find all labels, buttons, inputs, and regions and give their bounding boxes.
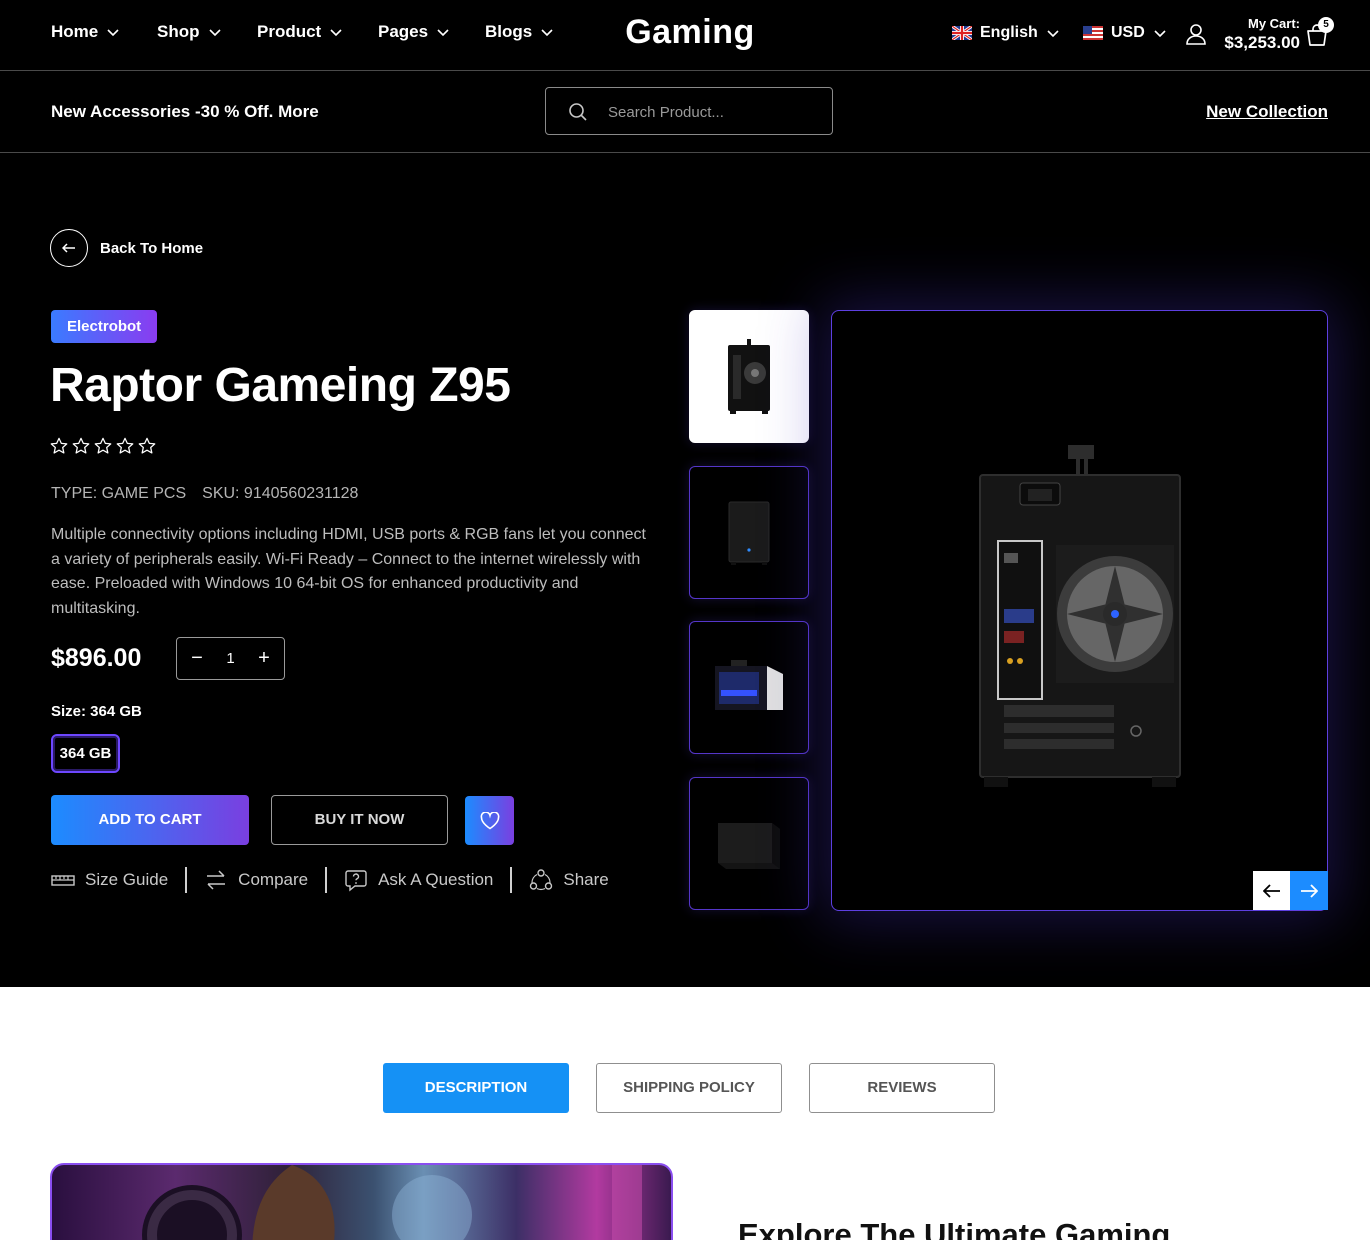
chevron-down-icon <box>1047 30 1059 38</box>
divider <box>325 867 328 893</box>
site-logo[interactable]: Gaming <box>560 13 820 52</box>
nav-item-label: Home <box>51 22 99 41</box>
back-to-home-link[interactable]: Back To Home <box>50 229 203 267</box>
share-label: Share <box>563 870 609 889</box>
size-label: Size: 364 GB <box>51 703 142 720</box>
uk-flag-icon <box>952 26 972 40</box>
nav-item-label: Blogs <box>485 22 533 41</box>
size-guide-label: Size Guide <box>85 870 169 889</box>
compare-link[interactable]: Compare <box>204 868 308 892</box>
cart-summary[interactable]: My Cart: $3,253.00 <box>1210 16 1300 53</box>
buy-it-now-button[interactable]: BUY IT NOW <box>271 795 448 845</box>
rating-stars <box>50 437 156 455</box>
arrow-left-icon <box>1263 883 1280 898</box>
cart-label: My Cart: <box>1247 16 1300 31</box>
product-meta: TYPE: GAME PCS SKU: 9140560231128 <box>51 485 358 503</box>
search-icon[interactable] <box>568 102 588 122</box>
back-label: Back To Home <box>100 239 204 257</box>
chevron-down-icon <box>437 29 449 37</box>
section-heading: Explore The Ultimate Gaming <box>738 1217 1171 1240</box>
ruler-icon <box>51 875 75 886</box>
share-icon <box>530 869 553 891</box>
pc-case-image <box>728 501 770 565</box>
gamer-headphones-image <box>142 1165 642 1240</box>
cart-count-badge: 5 <box>1318 17 1334 33</box>
pc-case-image <box>715 659 783 710</box>
star-outline-icon <box>138 437 156 454</box>
product-sku: SKU: 9140560231128 <box>202 485 359 502</box>
promo-bar: New Accessories -30 % Off. More New Coll… <box>0 71 1370 153</box>
divider <box>510 867 513 893</box>
new-collection-link[interactable]: New Collection <box>1150 102 1328 122</box>
star-outline-icon <box>116 437 134 454</box>
compare-label: Compare <box>238 870 309 889</box>
quantity-stepper: − + <box>176 637 285 680</box>
nav-item-label: Product <box>257 22 322 41</box>
nav-item-label: Pages <box>378 22 429 41</box>
vendor-badge[interactable]: Electrobot <box>51 310 158 343</box>
nav-item-home[interactable]: Home <box>51 22 120 42</box>
tab-shipping-policy[interactable]: SHIPPING POLICY <box>596 1063 782 1113</box>
decrease-quantity-button[interactable]: − <box>189 647 205 670</box>
product-type: TYPE: GAME PCS <box>51 485 187 502</box>
gaming-banner-image <box>50 1163 673 1240</box>
nav-item-label: Shop <box>157 22 200 41</box>
tab-description[interactable]: DESCRIPTION <box>383 1063 569 1113</box>
tab-reviews[interactable]: REVIEWS <box>809 1063 995 1113</box>
pc-case-image <box>718 822 780 869</box>
currency-selector[interactable]: USD <box>1083 24 1167 42</box>
compare-arrows-icon <box>207 870 226 890</box>
chevron-down-icon <box>330 29 342 37</box>
thumbnail-2[interactable] <box>689 466 809 599</box>
pc-case-image <box>728 338 770 414</box>
thumbnail-3[interactable] <box>689 621 809 754</box>
star-outline-icon <box>72 437 90 454</box>
main-product-image <box>831 310 1328 911</box>
product-description: Multiple connectivity options including … <box>51 526 646 617</box>
question-bubble-icon <box>345 870 367 892</box>
product-details-section: DESCRIPTION SHIPPING POLICY REVIEWS Expl… <box>0 987 1370 1240</box>
search-box <box>545 87 833 135</box>
thumbnail-1[interactable] <box>689 310 809 443</box>
product-actions: Size Guide Compare Ask A Question Share <box>51 866 609 894</box>
divider <box>185 867 188 893</box>
language-label: English <box>980 24 1038 41</box>
star-outline-icon <box>94 437 112 454</box>
us-flag-icon <box>1083 26 1103 40</box>
back-arrow-icon <box>50 229 88 267</box>
add-to-cart-button[interactable]: ADD TO CART <box>51 795 249 845</box>
cart-total: $3,253.00 <box>1224 33 1300 52</box>
star-outline-icon <box>50 437 68 454</box>
previous-image-button[interactable] <box>1253 871 1291 910</box>
nav-item-product[interactable]: Product <box>257 22 343 42</box>
chevron-down-icon <box>541 29 553 37</box>
language-selector[interactable]: English <box>952 24 1060 42</box>
chevron-down-icon <box>107 29 119 37</box>
user-icon[interactable] <box>1184 22 1208 46</box>
share-link[interactable]: Share <box>529 868 609 892</box>
nav-item-blogs[interactable]: Blogs <box>485 22 554 42</box>
size-guide-link[interactable]: Size Guide <box>51 868 168 892</box>
top-navigation: Home Shop Product Pages Blogs Gaming Eng… <box>0 0 1370 71</box>
pc-case-image <box>979 445 1181 787</box>
nav-item-shop[interactable]: Shop <box>157 22 222 42</box>
thumbnail-4[interactable] <box>689 777 809 910</box>
quantity-input[interactable] <box>215 650 246 667</box>
promo-text[interactable]: New Accessories -30 % Off. More <box>51 102 319 122</box>
chevron-down-icon <box>208 29 221 37</box>
search-input[interactable] <box>608 100 818 124</box>
product-price: $896.00 <box>51 644 142 672</box>
chevron-down-icon <box>1154 30 1166 38</box>
ask-question-link[interactable]: Ask A Question <box>344 868 493 892</box>
wishlist-button[interactable] <box>465 796 514 845</box>
nav-item-pages[interactable]: Pages <box>378 22 450 42</box>
currency-label: USD <box>1111 24 1145 41</box>
arrow-right-icon <box>1301 883 1318 898</box>
heart-icon <box>480 811 499 829</box>
product-title: Raptor Gameing Z95 <box>50 359 511 412</box>
next-image-button[interactable] <box>1290 871 1328 910</box>
ask-question-label: Ask A Question <box>378 870 494 889</box>
size-option-button[interactable]: 364 GB <box>51 734 120 773</box>
increase-quantity-button[interactable]: + <box>256 647 272 670</box>
